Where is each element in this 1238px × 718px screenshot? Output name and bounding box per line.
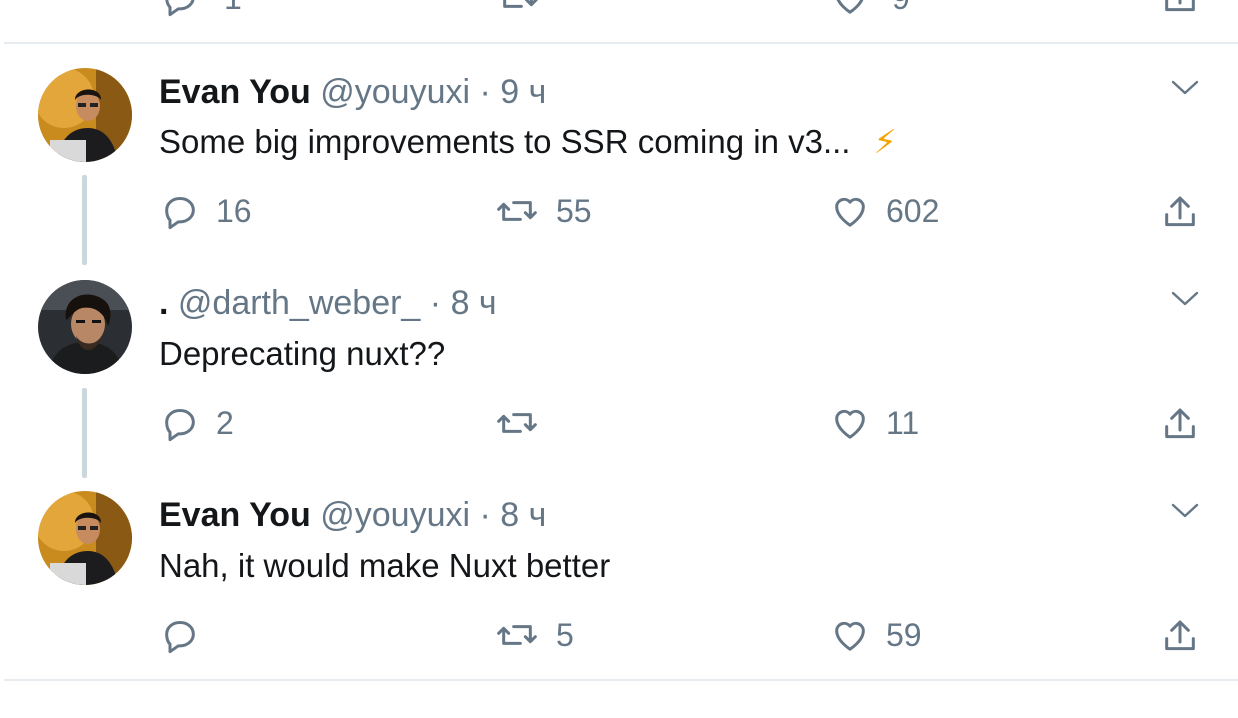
like-icon[interactable]: [830, 0, 870, 18]
retweet-button[interactable]: 5: [494, 613, 574, 657]
retweet-icon: [494, 615, 540, 655]
tweet-header: Evan You @youyuxi · 8 ч: [159, 495, 546, 535]
share-icon: [1160, 405, 1200, 445]
separator: ·: [479, 496, 491, 534]
timestamp[interactable]: 8 ч: [500, 496, 546, 534]
tweet-text: Some big improvements to SSR coming in v…: [159, 123, 851, 160]
share-button[interactable]: [1160, 615, 1200, 659]
like-icon: [830, 403, 870, 443]
timestamp[interactable]: 8 ч: [451, 284, 497, 322]
display-name[interactable]: Evan You: [159, 73, 311, 111]
separator: ·: [429, 284, 442, 322]
tweet-text-row: Some big improvements to SSR coming in v…: [159, 122, 897, 162]
chevron-down-icon[interactable]: [1168, 76, 1202, 100]
avatar[interactable]: [38, 491, 132, 585]
tweet-text: Nah, it would make Nuxt better: [159, 547, 611, 584]
tweet-header: . @darth_weber_ · 8 ч: [159, 283, 497, 323]
divider-top: [4, 42, 1238, 44]
reply-button[interactable]: 16: [160, 189, 252, 233]
lightning-emoji: ⚡: [873, 123, 897, 160]
user-handle[interactable]: @youyuxi: [320, 73, 470, 111]
reply-count: 1: [224, 0, 242, 18]
display-name[interactable]: Evan You: [159, 496, 311, 534]
avatar[interactable]: [38, 68, 132, 162]
reply-count: 16: [216, 192, 252, 229]
user-handle[interactable]: @darth_weber_: [178, 284, 420, 322]
like-button[interactable]: 11: [830, 401, 919, 445]
divider-bottom: [4, 679, 1238, 681]
chevron-down-icon[interactable]: [1168, 499, 1202, 523]
reply-icon: [160, 403, 200, 443]
thread-line: [82, 175, 87, 265]
retweet-count: 55: [556, 192, 592, 229]
like-count: 59: [886, 616, 922, 653]
retweet-icon[interactable]: [496, 0, 540, 18]
user-handle[interactable]: @youyuxi: [320, 496, 470, 534]
share-icon: [1160, 617, 1200, 657]
like-count: 11: [886, 404, 920, 441]
tweet-text: Deprecating nuxt??: [159, 335, 446, 372]
timestamp[interactable]: 9 ч: [500, 73, 546, 111]
share-icon: [1160, 193, 1200, 233]
reply-icon: [160, 191, 200, 231]
retweet-button[interactable]: 55: [494, 189, 592, 233]
reply-icon: [160, 615, 200, 655]
thread-line: [82, 388, 87, 478]
like-icon: [830, 191, 870, 231]
chevron-down-icon[interactable]: [1168, 287, 1202, 311]
reply-button[interactable]: [160, 613, 216, 657]
share-button[interactable]: [1160, 403, 1200, 447]
reply-icon[interactable]: [160, 0, 200, 18]
separator: ·: [479, 73, 491, 111]
share-icon[interactable]: [1160, 0, 1200, 18]
retweet-icon: [494, 191, 540, 231]
retweet-button[interactable]: [494, 401, 556, 445]
like-icon: [830, 615, 870, 655]
like-count: 602: [886, 192, 940, 229]
reply-count: 2: [216, 404, 234, 441]
display-name[interactable]: .: [159, 284, 168, 322]
share-button[interactable]: [1160, 191, 1200, 235]
retweet-count: 5: [556, 616, 574, 653]
retweet-icon: [494, 403, 540, 443]
reply-button[interactable]: 2: [160, 401, 234, 445]
tweet-header: Evan You @youyuxi · 9 ч: [159, 72, 546, 112]
avatar[interactable]: [38, 280, 132, 374]
like-button[interactable]: 59: [830, 613, 922, 657]
like-count: 9: [892, 0, 910, 18]
like-button[interactable]: 602: [830, 189, 939, 233]
